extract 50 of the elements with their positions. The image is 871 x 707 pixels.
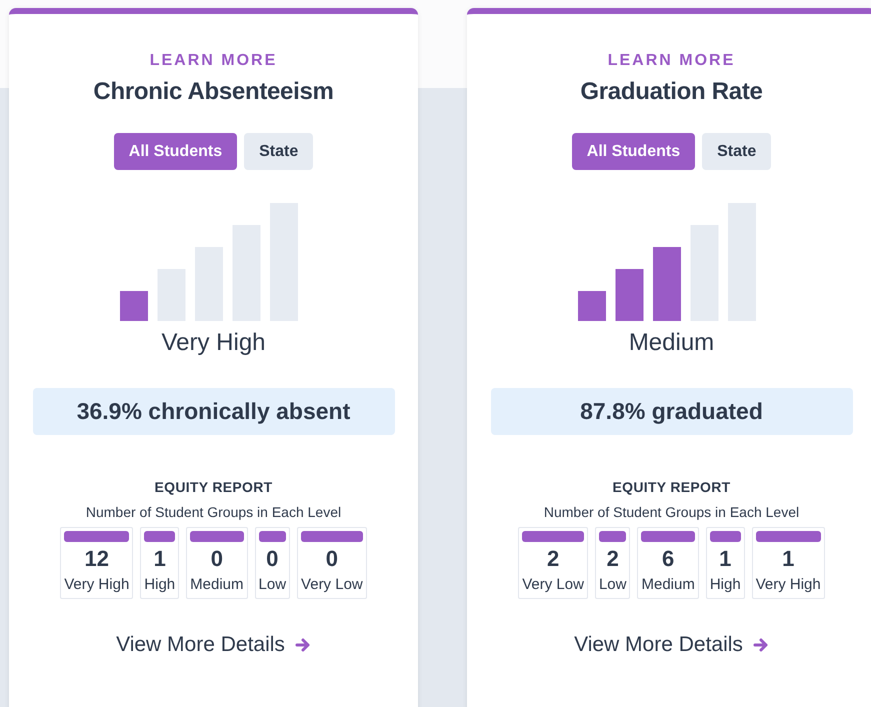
card-title: Chronic Absenteeism <box>93 78 334 106</box>
group-count: 1 <box>782 546 794 572</box>
level-bar <box>144 531 176 542</box>
level-bar <box>64 531 130 542</box>
filter-toggle[interactable]: All Students <box>114 133 238 170</box>
group-level: High <box>710 576 741 593</box>
arrow-right-icon <box>752 637 769 653</box>
arrow-right-icon <box>294 637 311 653</box>
card-title: Graduation Rate <box>580 78 763 106</box>
group-count: 1 <box>719 546 732 572</box>
group-level: Medium <box>190 576 244 593</box>
equity-subtitle: Number of Student Groups in Each Level <box>544 504 800 520</box>
group-level: Low <box>258 576 286 593</box>
rating-label: Very High <box>161 329 266 357</box>
group-level: Very High <box>64 576 130 593</box>
rating-label: Medium <box>628 329 714 357</box>
level-bar <box>756 531 821 542</box>
group-level: Very Low <box>522 576 584 593</box>
group-count: 0 <box>326 546 338 572</box>
filter-toggle[interactable]: State <box>702 133 772 170</box>
group-count: 12 <box>84 546 110 572</box>
learn-more-link[interactable]: LEARN MORE <box>608 52 736 70</box>
group-level: High <box>144 576 176 593</box>
group-level: Very High <box>756 576 821 593</box>
learn-more-link[interactable]: LEARN MORE <box>150 52 278 70</box>
view-details-link[interactable]: View More Details <box>116 633 311 657</box>
filter-toggle[interactable]: All Students <box>572 133 696 170</box>
filter-toggle[interactable]: State <box>244 133 314 170</box>
group-count: 6 <box>662 546 674 572</box>
level-bar <box>301 531 363 542</box>
group-count: 2 <box>606 546 619 572</box>
group-count: 0 <box>266 546 278 572</box>
group-count: 0 <box>210 546 223 572</box>
stat-banner: 87.8% graduated <box>490 388 852 435</box>
group-level: Low <box>598 576 626 593</box>
level-bar <box>522 531 584 542</box>
group-count: 1 <box>154 546 166 572</box>
group-level: Very Low <box>301 576 363 593</box>
level-bar <box>598 531 626 542</box>
level-bar <box>641 531 695 542</box>
equity-title: EQUITY REPORT <box>612 479 730 495</box>
group-count: 2 <box>546 546 560 572</box>
level-bar <box>258 531 286 542</box>
level-bar <box>190 531 244 542</box>
equity-title: EQUITY REPORT <box>154 479 272 495</box>
group-level: Medium <box>641 576 695 593</box>
view-details-link[interactable]: View More Details <box>574 633 769 657</box>
stat-banner: 36.9% chronically absent <box>32 388 394 435</box>
level-bar <box>710 531 741 542</box>
equity-subtitle: Number of Student Groups in Each Level <box>86 504 342 520</box>
